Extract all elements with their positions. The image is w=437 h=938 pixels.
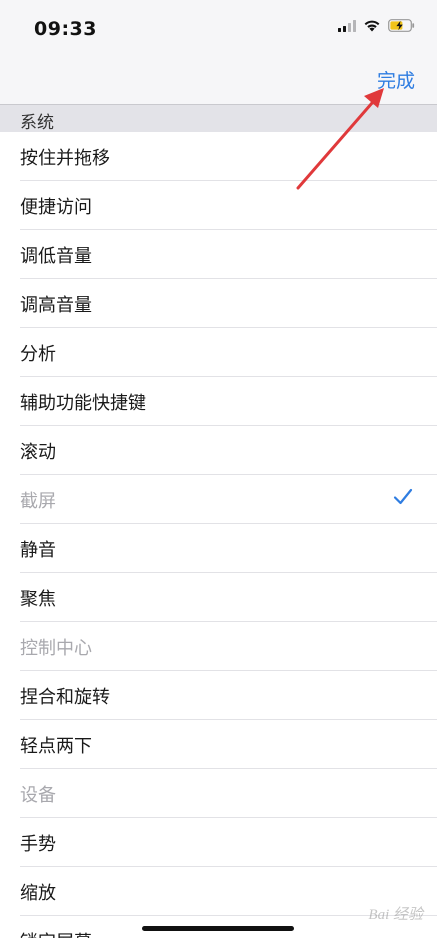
screen: 09:33 完成 系统 按住并拖移 便捷访问 调低音量 调高音量 分析 辅助功能… (0, 0, 437, 938)
home-indicator[interactable] (142, 926, 294, 931)
section-title: 系统 (20, 113, 54, 133)
status-time: 09:33 (34, 18, 97, 40)
action-list: 按住并拖移 便捷访问 调低音量 调高音量 分析 辅助功能快捷键 滚动 截屏 静音 (0, 132, 437, 938)
list-item-analytics[interactable]: 分析 (0, 328, 437, 377)
list-item-label: 缩放 (20, 883, 56, 904)
watermark-logo: Bai 经验 (368, 907, 423, 923)
navigation-bar: 完成 (0, 58, 437, 104)
list-item-label: 滚动 (20, 442, 56, 463)
list-item-label: 控制中心 (20, 638, 92, 659)
list-item-volume-up[interactable]: 调高音量 (0, 279, 437, 328)
list-item-label: 捏合和旋转 (20, 687, 110, 708)
list-item-double-tap[interactable]: 轻点两下 (0, 720, 437, 769)
status-icons (338, 19, 415, 32)
battery-charging-icon (388, 19, 415, 32)
list-item-label: 按住并拖移 (20, 148, 110, 169)
list-item-label: 截屏 (20, 491, 56, 512)
list-item-press-and-drag[interactable]: 按住并拖移 (0, 132, 437, 181)
list-item-label: 静音 (20, 540, 56, 561)
list-item-label: 调高音量 (20, 295, 92, 316)
list-item-device[interactable]: 设备 (0, 769, 437, 818)
list-item-volume-down[interactable]: 调低音量 (0, 230, 437, 279)
checkmark-icon (393, 488, 413, 505)
list-item-gestures[interactable]: 手势 (0, 818, 437, 867)
list-item-label: 辅助功能快捷键 (20, 393, 146, 414)
done-button[interactable]: 完成 (377, 66, 415, 93)
list-item-label: 便捷访问 (20, 197, 92, 218)
list-item-label: 聚焦 (20, 589, 56, 610)
list-item-focus[interactable]: 聚焦 (0, 573, 437, 622)
status-bar: 09:33 (0, 0, 437, 58)
list-item-accessibility-shortcut[interactable]: 辅助功能快捷键 (0, 377, 437, 426)
list-item-screenshot[interactable]: 截屏 (0, 475, 437, 524)
list-item-label: 分析 (20, 344, 56, 365)
wifi-icon (364, 20, 380, 32)
list-item-mute[interactable]: 静音 (0, 524, 437, 573)
list-item-label: 锁定屏幕 (20, 928, 92, 938)
list-item-pinch-and-rotate[interactable]: 捏合和旋转 (0, 671, 437, 720)
list-item-control-center[interactable]: 控制中心 (0, 622, 437, 671)
list-item-scroll[interactable]: 滚动 (0, 426, 437, 475)
list-item-label: 轻点两下 (20, 736, 92, 757)
section-header: 系统 (0, 104, 437, 133)
cellular-signal-icon (338, 19, 356, 32)
list-item-label: 手势 (20, 834, 56, 855)
list-item-reachability[interactable]: 便捷访问 (0, 181, 437, 230)
list-item-label: 调低音量 (20, 246, 92, 267)
list-item-label: 设备 (20, 785, 56, 806)
